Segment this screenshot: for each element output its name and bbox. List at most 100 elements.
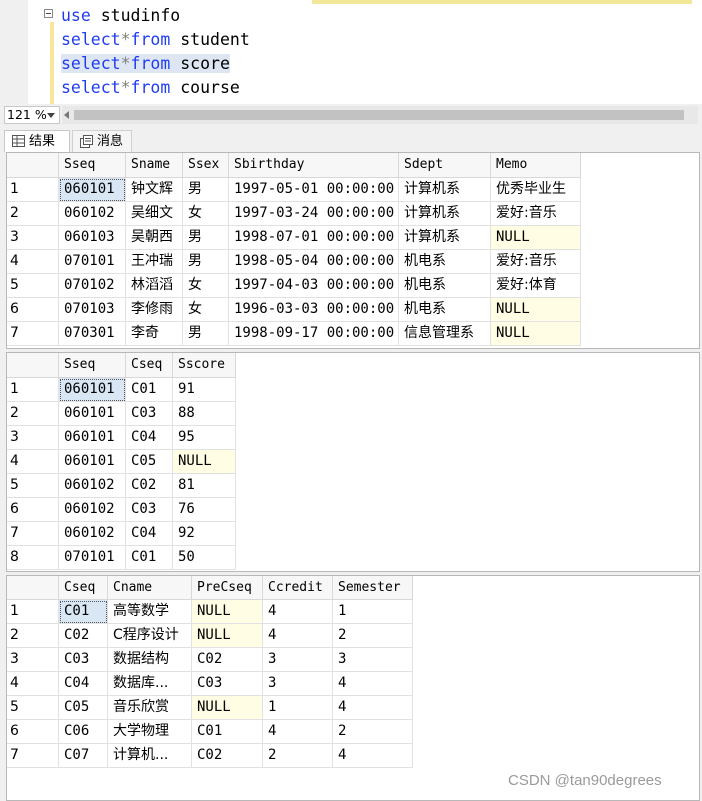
table-cell[interactable]: 3 xyxy=(263,648,333,672)
table-cell[interactable]: C04 xyxy=(126,426,173,450)
row-number[interactable]: 6 xyxy=(7,298,59,322)
select-all-corner[interactable] xyxy=(7,153,59,178)
row-number[interactable]: 6 xyxy=(7,720,59,744)
row-number[interactable]: 7 xyxy=(7,744,59,768)
table-cell[interactable]: C02 xyxy=(59,624,108,648)
table-cell[interactable]: 50 xyxy=(173,546,236,570)
row-number[interactable]: 5 xyxy=(7,274,59,298)
code-line[interactable]: select*from course xyxy=(61,76,240,100)
table-cell[interactable]: 070101 xyxy=(59,546,126,570)
table-cell[interactable]: 数据库... xyxy=(108,672,192,696)
table-cell[interactable]: 81 xyxy=(173,474,236,498)
table-cell[interactable]: 计算机系 xyxy=(399,202,491,226)
table-cell[interactable]: 060101 xyxy=(59,450,126,474)
code-line[interactable]: use studinfo xyxy=(61,4,180,28)
table-cell[interactable]: 机电系 xyxy=(399,250,491,274)
table-cell[interactable]: 1 xyxy=(263,696,333,720)
table-cell[interactable]: 1998-07-01 00:00:00 xyxy=(229,226,399,250)
table-cell[interactable]: 92 xyxy=(173,522,236,546)
table-cell[interactable]: 1997-05-01 00:00:00 xyxy=(229,178,399,202)
column-header-memo[interactable]: Memo xyxy=(491,153,581,178)
result-grid-student[interactable]: Sseq Sname Ssex Sbirthday Sdept Memo 1 060101 钟文… xyxy=(6,152,700,349)
table-cell[interactable]: 4 xyxy=(333,696,413,720)
table-cell[interactable]: C03 xyxy=(192,672,263,696)
column-header-cname[interactable]: Cname xyxy=(108,576,192,600)
row-number[interactable]: 4 xyxy=(7,450,59,474)
row-number[interactable]: 4 xyxy=(7,250,59,274)
table-cell[interactable]: NULL xyxy=(192,696,263,720)
horizontal-scrollbar[interactable] xyxy=(62,106,698,124)
zoom-select[interactable]: 121 % xyxy=(4,106,60,124)
table-cell[interactable]: 070103 xyxy=(59,298,126,322)
row-number[interactable]: 1 xyxy=(7,378,59,402)
table-cell[interactable]: 优秀毕业生 xyxy=(491,178,581,202)
row-number[interactable]: 1 xyxy=(7,178,59,202)
row-number[interactable]: 2 xyxy=(7,202,59,226)
select-all-corner[interactable] xyxy=(7,576,59,600)
table-cell[interactable]: NULL xyxy=(192,624,263,648)
table-cell[interactable]: C03 xyxy=(59,648,108,672)
table-cell[interactable]: 1998-05-04 00:00:00 xyxy=(229,250,399,274)
table-cell[interactable]: C06 xyxy=(59,720,108,744)
table-cell[interactable]: 数据结构 xyxy=(108,648,192,672)
table-cell[interactable]: 女 xyxy=(183,202,229,226)
column-header-ssex[interactable]: Ssex xyxy=(183,153,229,178)
row-number[interactable]: 5 xyxy=(7,474,59,498)
table-cell[interactable]: 爱好:体育 xyxy=(491,274,581,298)
table-cell[interactable]: C03 xyxy=(126,498,173,522)
row-number[interactable]: 4 xyxy=(7,672,59,696)
table-cell[interactable]: 060101 xyxy=(59,426,126,450)
table-cell[interactable]: 机电系 xyxy=(399,298,491,322)
row-number[interactable]: 2 xyxy=(7,624,59,648)
row-number[interactable]: 7 xyxy=(7,522,59,546)
table-cell[interactable]: NULL xyxy=(192,600,263,624)
row-number[interactable]: 1 xyxy=(7,600,59,624)
table-cell[interactable]: 1998-09-17 00:00:00 xyxy=(229,322,399,346)
table-cell[interactable]: 信息管理系 xyxy=(399,322,491,346)
row-number[interactable]: 3 xyxy=(7,426,59,450)
column-header-ccredit[interactable]: Ccredit xyxy=(263,576,333,600)
tab-results[interactable]: 结果 xyxy=(4,130,70,152)
collapse-icon[interactable] xyxy=(44,9,53,18)
table-cell[interactable]: C07 xyxy=(59,744,108,768)
table-cell[interactable]: 4 xyxy=(333,672,413,696)
table-cell[interactable]: 060101 xyxy=(59,402,126,426)
row-number[interactable]: 8 xyxy=(7,546,59,570)
table-cell[interactable]: NULL xyxy=(173,450,236,474)
table-cell[interactable]: 060101 xyxy=(59,378,126,402)
table-cell[interactable]: C04 xyxy=(126,522,173,546)
column-header-precseq[interactable]: PreCseq xyxy=(192,576,263,600)
table-cell[interactable]: NULL xyxy=(491,226,581,250)
table-cell[interactable]: 吴朝西 xyxy=(126,226,183,250)
table-cell[interactable]: C02 xyxy=(192,744,263,768)
table-cell[interactable]: 爱好:音乐 xyxy=(491,202,581,226)
table-cell[interactable]: 2 xyxy=(263,744,333,768)
scroll-left-icon[interactable] xyxy=(64,111,69,119)
table-cell[interactable]: C04 xyxy=(59,672,108,696)
table-cell[interactable]: 060102 xyxy=(59,522,126,546)
table-cell[interactable]: 1 xyxy=(333,600,413,624)
table-cell[interactable]: NULL xyxy=(491,298,581,322)
table-cell[interactable]: 4 xyxy=(263,600,333,624)
chevron-down-icon[interactable] xyxy=(47,113,55,118)
column-header-sbirthday[interactable]: Sbirthday xyxy=(229,153,399,178)
row-number[interactable]: 3 xyxy=(7,226,59,250)
table-cell[interactable]: 1997-03-24 00:00:00 xyxy=(229,202,399,226)
row-number[interactable]: 5 xyxy=(7,696,59,720)
row-number[interactable]: 3 xyxy=(7,648,59,672)
table-cell[interactable]: 4 xyxy=(263,624,333,648)
table-cell[interactable]: 机电系 xyxy=(399,274,491,298)
column-header-sscore[interactable]: Sscore xyxy=(173,353,236,378)
table-cell[interactable]: 070101 xyxy=(59,250,126,274)
table-cell[interactable]: 3 xyxy=(333,648,413,672)
table-cell[interactable]: 李奇 xyxy=(126,322,183,346)
column-header-sseq[interactable]: Sseq xyxy=(59,353,126,378)
column-header-semester[interactable]: Semester xyxy=(333,576,413,600)
table-cell[interactable]: 大学物理 xyxy=(108,720,192,744)
table-cell[interactable]: 男 xyxy=(183,322,229,346)
table-cell[interactable]: 李修雨 xyxy=(126,298,183,322)
table-cell[interactable]: 4 xyxy=(333,744,413,768)
code-line[interactable]: select*from score xyxy=(61,52,230,76)
table-cell[interactable]: 高等数学 xyxy=(108,600,192,624)
table-cell[interactable]: C01 xyxy=(126,546,173,570)
